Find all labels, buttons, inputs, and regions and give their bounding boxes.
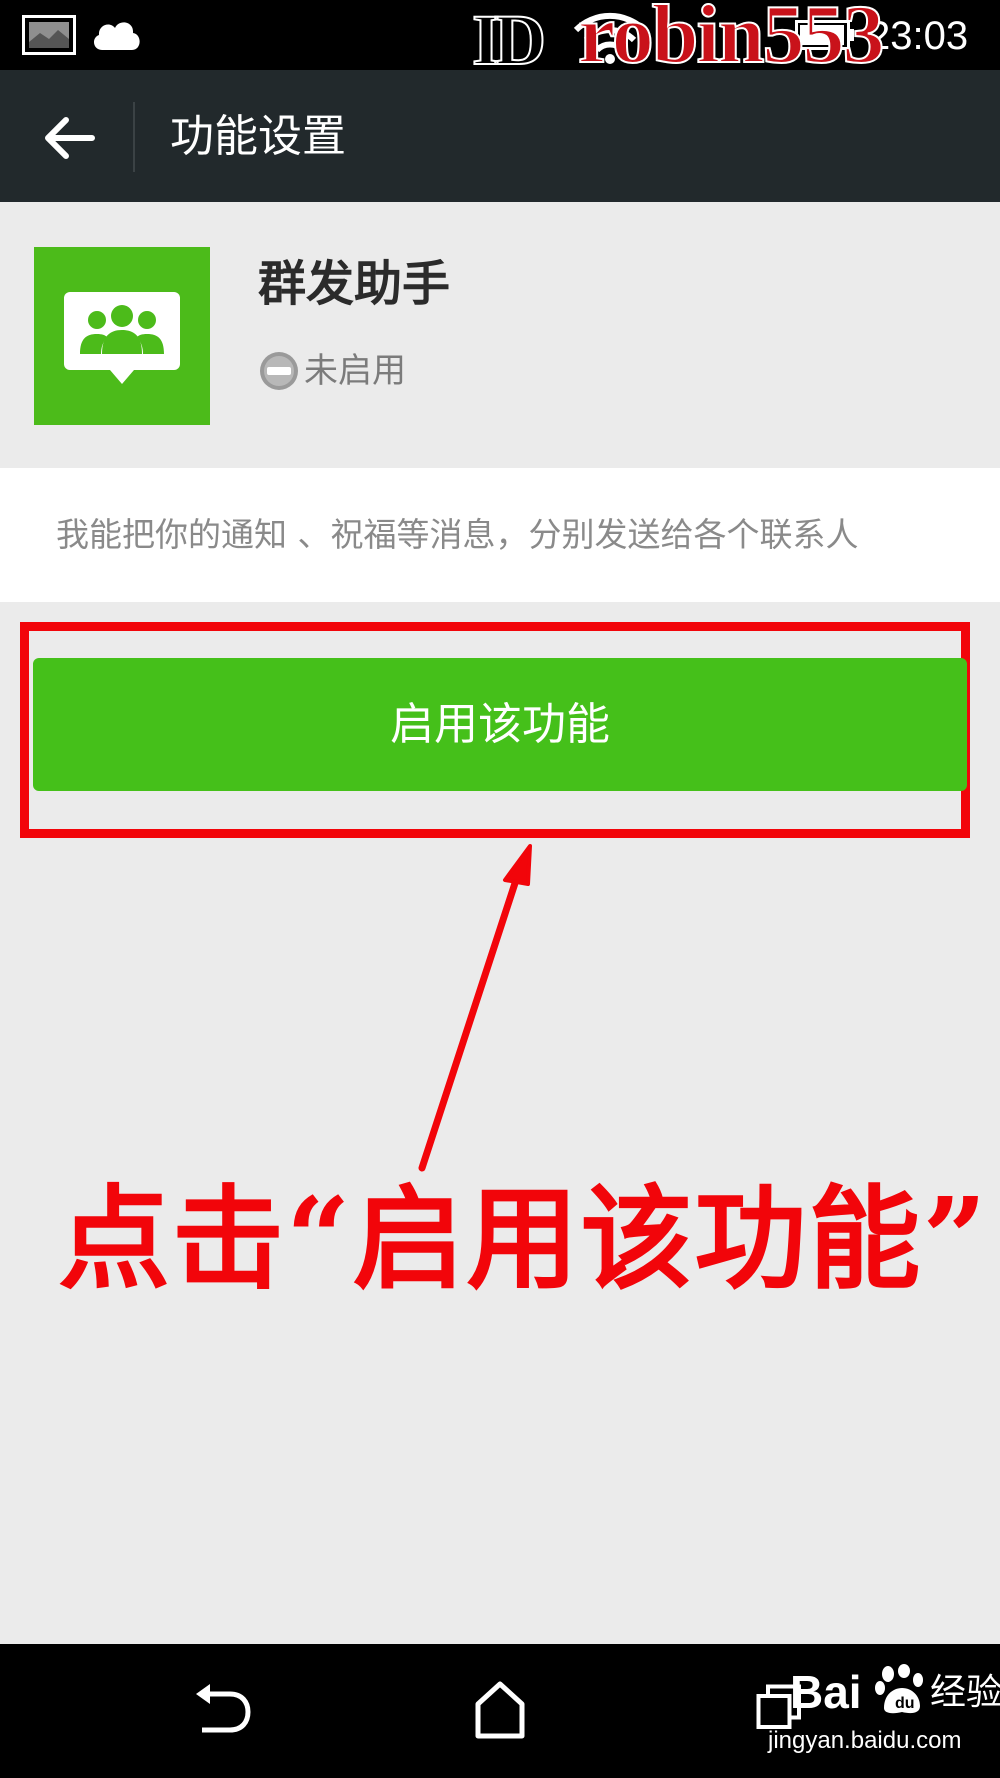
baidu-url: jingyan.baidu.com (768, 1727, 962, 1754)
annotation-arrow (418, 844, 532, 1172)
baidu-paw-icon: du (874, 1664, 926, 1720)
nav-home-icon[interactable] (474, 1680, 526, 1744)
svg-text:du: du (895, 1695, 915, 1712)
nav-back-icon[interactable] (192, 1682, 252, 1742)
nav-bar: Baidu du 经验 jingyan.baidu.com (0, 1644, 1000, 1778)
annotation-text: 点击“启用该功能” (58, 1174, 989, 1305)
baidu-jingyan-label: 经验 (930, 1672, 1000, 1713)
